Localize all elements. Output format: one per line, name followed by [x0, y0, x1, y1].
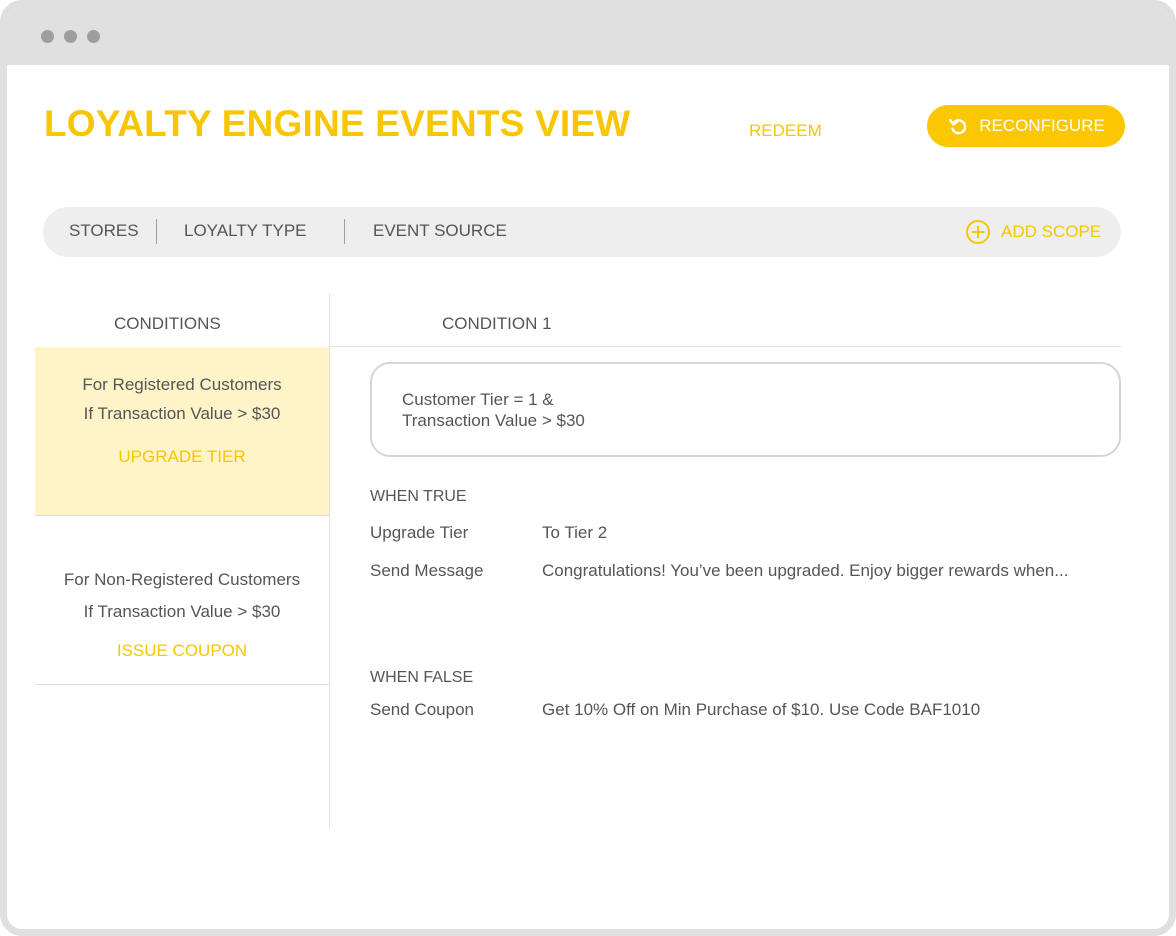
scope-divider — [156, 219, 157, 244]
panel-divider — [329, 293, 330, 829]
scope-stores[interactable]: STORES — [69, 221, 139, 241]
when-true-label: WHEN TRUE — [370, 488, 467, 505]
action-value: To Tier 2 — [542, 523, 608, 542]
when-false-label: WHEN FALSE — [370, 669, 474, 686]
condition-audience: For Non-Registered Customers — [63, 570, 301, 589]
window-dot-icon[interactable] — [87, 30, 100, 43]
expression-line: Customer Tier = 1 & — [402, 390, 554, 409]
condition-rule: If Transaction Value > $30 — [83, 404, 281, 423]
action-key: Send Message — [370, 561, 484, 580]
browser-window: LOYALTY ENGINE EVENTS VIEW REDEEM RECONF… — [0, 0, 1176, 936]
condition-action: UPGRADE TIER — [118, 447, 246, 466]
scope-loyalty-type[interactable]: LOYALTY TYPE — [184, 221, 307, 241]
scope-divider — [344, 219, 345, 244]
condition-action: ISSUE COUPON — [116, 641, 248, 660]
window-dot-icon[interactable] — [64, 30, 77, 43]
condition-audience: For Registered Customers — [82, 375, 282, 394]
condition-card[interactable]: For Non-Registered Customers If Transact… — [35, 516, 329, 684]
conditions-heading: CONDITIONS — [114, 314, 221, 333]
action-key: Send Coupon — [370, 700, 474, 719]
condition-rule: If Transaction Value > $30 — [83, 602, 281, 621]
add-scope-label: ADD SCOPE — [1001, 222, 1102, 241]
scope-bar: STORES LOYALTY TYPE EVENT SOURCE ADD SCO… — [43, 207, 1121, 257]
condition-heading: CONDITION 1 — [442, 314, 552, 333]
action-key: Upgrade Tier — [370, 523, 469, 542]
title-bar — [7, 7, 1169, 65]
condition-card[interactable]: For Registered Customers If Transaction … — [35, 347, 329, 515]
reconfigure-label: RECONFIGURE — [979, 116, 1105, 135]
expression-line: Transaction Value > $30 — [402, 411, 585, 430]
plus-circle-icon — [966, 220, 990, 244]
add-scope-button[interactable]: ADD SCOPE — [965, 219, 1101, 245]
card-divider — [35, 684, 329, 685]
reconfigure-button[interactable]: RECONFIGURE — [927, 105, 1125, 147]
redeem-link[interactable]: REDEEM — [749, 121, 822, 141]
page-title: LOYALTY ENGINE EVENTS VIEW — [44, 103, 631, 144]
scope-event-source[interactable]: EVENT SOURCE — [373, 221, 507, 241]
header-divider — [329, 346, 1121, 347]
condition-expression[interactable]: Customer Tier = 1 & Transaction Value > … — [370, 362, 1121, 457]
window-dot-icon[interactable] — [41, 30, 54, 43]
action-value: Get 10% Off on Min Purchase of $10. Use … — [542, 700, 981, 719]
action-value: Congratulations! You’ve been upgraded. E… — [542, 561, 1069, 580]
refresh-icon — [949, 118, 967, 135]
